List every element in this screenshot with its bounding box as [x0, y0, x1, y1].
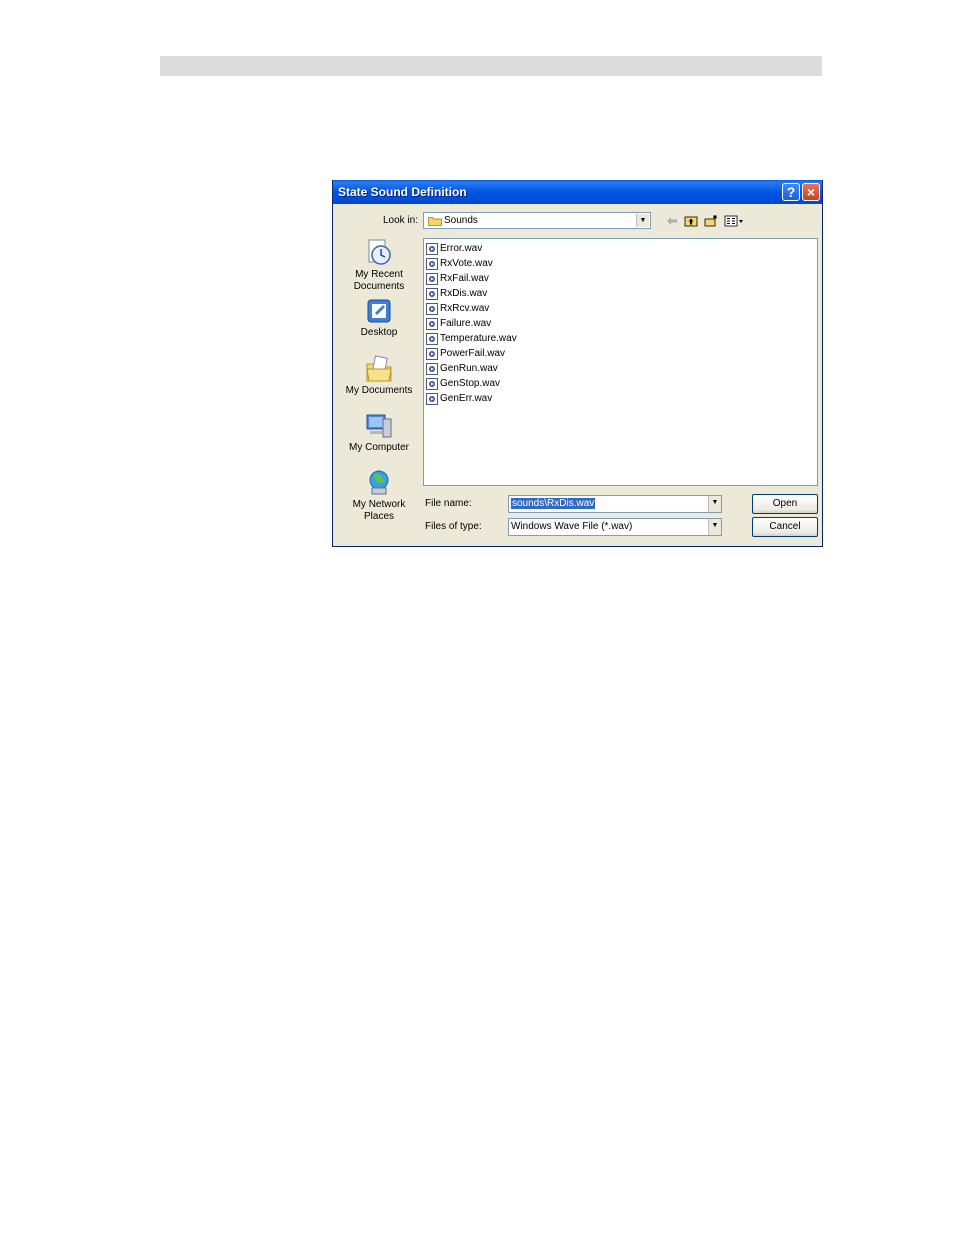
- place-desktop[interactable]: Desktop: [337, 298, 421, 338]
- wav-file-icon: [426, 303, 438, 315]
- places-bar: My Recent Documents Desktop My Documents: [337, 236, 421, 536]
- place-my-computer[interactable]: My Computer: [337, 411, 421, 453]
- place-label: Desktop: [360, 327, 398, 338]
- chevron-down-icon[interactable]: ▼: [636, 214, 649, 227]
- place-label: Documents: [353, 281, 405, 292]
- chevron-down-icon[interactable]: ▼: [708, 519, 721, 535]
- cancel-button[interactable]: Cancel: [752, 517, 818, 537]
- dialog-title: State Sound Definition: [338, 185, 467, 199]
- place-label: My Documents: [345, 385, 413, 396]
- help-button[interactable]: ?: [782, 183, 800, 201]
- file-name-label: File name:: [425, 498, 472, 509]
- wav-file-icon: [426, 363, 438, 375]
- file-name: Failure.wav: [440, 318, 492, 329]
- place-label: My Recent: [355, 269, 403, 280]
- view-menu-icon[interactable]: [724, 214, 746, 228]
- desktop-icon: [367, 299, 391, 323]
- place-my-network-places[interactable]: My Network Places: [337, 468, 421, 522]
- wav-file-icon: [426, 288, 438, 300]
- file-name: GenRun.wav: [440, 363, 498, 374]
- look-in-select[interactable]: Sounds ▼: [423, 212, 651, 229]
- back-arrow-icon[interactable]: [665, 214, 679, 228]
- my-computer-icon: [366, 414, 392, 438]
- place-label: My Computer: [348, 442, 409, 453]
- wav-file-icon: [426, 348, 438, 360]
- wav-file-icon: [426, 378, 438, 390]
- wav-file-icon: [426, 318, 438, 330]
- file-name: PowerFail.wav: [440, 348, 506, 359]
- place-my-documents[interactable]: My Documents: [337, 354, 421, 396]
- dialog-titlebar[interactable]: State Sound Definition ? ×: [333, 180, 822, 204]
- recent-documents-icon: [368, 239, 391, 265]
- look-in-label: Look in:: [383, 215, 419, 226]
- chevron-down-icon[interactable]: ▼: [708, 496, 721, 512]
- open-file-dialog: State Sound Definition ? × Look in: Soun…: [332, 180, 823, 547]
- wav-file-icon: [426, 243, 438, 255]
- open-button[interactable]: Open: [752, 494, 818, 514]
- my-documents-icon: [366, 355, 392, 382]
- wav-file-icon: [426, 393, 438, 405]
- file-type-label: Files of type:: [425, 521, 482, 532]
- network-places-icon: [369, 470, 389, 495]
- file-type-value: Windows Wave File (*.wav): [511, 521, 633, 532]
- file-name: Error.wav: [440, 243, 483, 254]
- new-folder-icon[interactable]: [704, 214, 718, 228]
- wav-file-icon: [426, 333, 438, 345]
- file-list[interactable]: Error.wav RxVote.wav RxFail.wav RxDis.wa…: [423, 238, 818, 486]
- file-name: RxFail.wav: [440, 273, 489, 284]
- folder-icon: [428, 217, 442, 226]
- close-button[interactable]: ×: [802, 183, 820, 201]
- up-folder-icon[interactable]: [684, 214, 698, 228]
- wav-file-icon: [426, 258, 438, 270]
- file-name: RxVote.wav: [440, 258, 493, 269]
- file-name: GenStop.wav: [440, 378, 501, 389]
- file-name: Temperature.wav: [440, 333, 517, 344]
- file-type-select[interactable]: Windows Wave File (*.wav) ▼: [508, 518, 722, 536]
- file-name-value: sounds\RxDis.wav: [511, 498, 596, 509]
- place-my-recent-documents[interactable]: My Recent Documents: [337, 238, 421, 292]
- file-name: RxDis.wav: [440, 288, 488, 299]
- look-in-value: Sounds: [444, 215, 478, 226]
- wav-file-icon: [426, 273, 438, 285]
- file-name-input[interactable]: sounds\RxDis.wav ▼: [508, 495, 722, 513]
- place-label: Places: [363, 511, 394, 522]
- page-header-bar: [160, 56, 822, 76]
- file-type-dropdown[interactable]: ▼: [707, 519, 721, 535]
- place-label: My Network: [352, 499, 406, 510]
- file-name: GenErr.wav: [440, 393, 493, 404]
- file-name: RxRcv.wav: [440, 303, 490, 314]
- file-name-dropdown[interactable]: ▼: [707, 496, 721, 512]
